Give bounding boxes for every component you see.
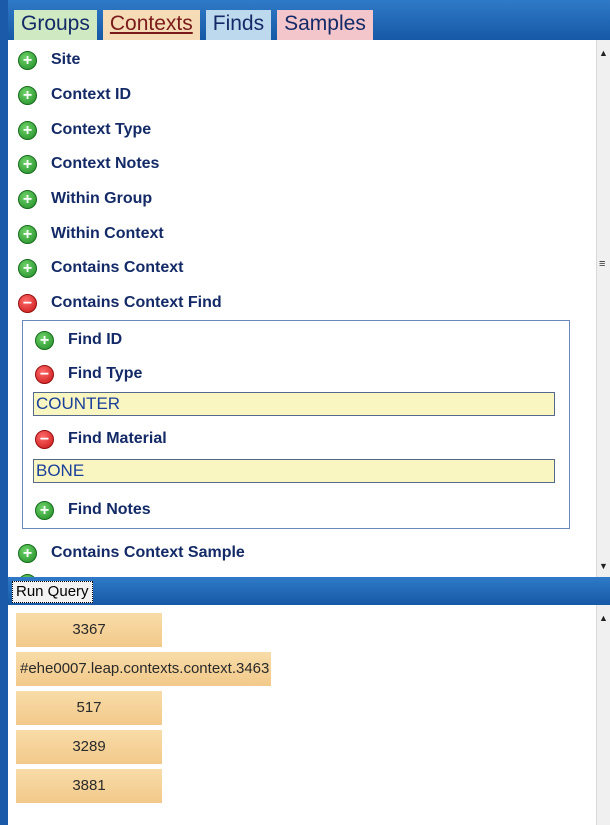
field-label: Contains Context Find (51, 294, 222, 311)
plus-circle-icon[interactable]: + (18, 154, 37, 174)
plus-circle-icon[interactable]: + (35, 500, 54, 520)
run-query-button[interactable]: Run Query (12, 581, 93, 603)
plus-circle-icon[interactable]: + (18, 224, 37, 244)
tab-finds[interactable]: Finds (205, 10, 272, 40)
tab-contexts[interactable]: Contexts (102, 10, 200, 40)
result-item[interactable]: 517 (16, 691, 162, 725)
tab-samples[interactable]: Samples (277, 10, 373, 40)
result-item[interactable]: 3289 (16, 730, 162, 764)
field-within-group[interactable]: + Within Group (18, 186, 152, 212)
scroll-up-arrow-icon[interactable]: ▲ (599, 48, 608, 58)
field-within-context[interactable]: + Within Context (18, 221, 164, 247)
tab-groups[interactable]: Groups (14, 10, 97, 40)
field-find-notes[interactable]: + Find Notes (35, 497, 151, 523)
field-label: Find Material (68, 430, 167, 447)
field-contains-context-sample[interactable]: + Contains Context Sample (18, 540, 245, 566)
plus-circle-icon[interactable]: + (18, 50, 37, 70)
scroll-up-arrow-icon[interactable]: ▲ (599, 613, 608, 623)
minus-circle-icon[interactable]: − (18, 293, 37, 313)
plus-circle-icon[interactable]: + (18, 258, 37, 278)
field-context-id[interactable]: + Context ID (18, 82, 131, 108)
plus-circle-icon[interactable]: + (18, 189, 37, 209)
field-label: Context Notes (51, 155, 160, 172)
result-item[interactable]: 3881 (16, 769, 162, 803)
field-site[interactable]: + Site (18, 47, 80, 73)
scroll-down-arrow-icon[interactable]: ▼ (599, 561, 608, 571)
field-label: Contains Context (51, 259, 184, 276)
field-label: Contains Context Sample (51, 544, 245, 561)
field-label: Find ID (68, 331, 123, 348)
results-scrollbar[interactable]: ▲ (596, 605, 610, 825)
field-label: Context Type (51, 121, 152, 138)
field-label: Within Context (51, 225, 164, 242)
field-find-id[interactable]: + Find ID (35, 327, 122, 353)
field-contains-context[interactable]: + Contains Context (18, 255, 183, 281)
minus-circle-icon[interactable]: − (35, 364, 54, 384)
field-label: Find Notes (68, 501, 151, 518)
tab-bar: Groups Contexts Finds Samples (8, 0, 610, 40)
query-builder-panel: + Site + Context ID + Context Type + Con… (8, 40, 596, 577)
result-item[interactable]: #ehe0007.leap.contexts.context.3463 (16, 652, 272, 686)
field-label: Within Group (51, 190, 153, 207)
find-type-value-input[interactable]: COUNTER (33, 392, 555, 416)
field-find-material[interactable]: − Find Material (35, 426, 167, 452)
field-context-notes[interactable]: + Context Notes (18, 151, 159, 177)
field-label: Find Type (68, 365, 143, 382)
find-criteria-group: + Find ID − Find Type COUNTER − Find Mat… (22, 320, 570, 529)
plus-circle-icon[interactable]: + (18, 85, 37, 105)
field-next-partial[interactable]: + (18, 570, 51, 577)
query-toolbar: Run Query (8, 577, 610, 605)
field-contains-context-find[interactable]: − Contains Context Find (18, 290, 222, 316)
builder-scrollbar[interactable]: ▲ ≡ ▼ (596, 40, 610, 577)
minus-circle-icon[interactable]: − (35, 429, 54, 449)
plus-circle-icon[interactable]: + (35, 330, 54, 350)
results-list: 3367 #ehe0007.leap.contexts.context.3463… (8, 605, 596, 825)
result-item[interactable]: 3367 (16, 613, 162, 647)
field-label: Site (51, 51, 81, 68)
plus-circle-icon[interactable]: + (18, 543, 37, 563)
field-label: Context ID (51, 86, 131, 103)
window-frame-edge (0, 0, 8, 825)
plus-circle-icon[interactable]: + (18, 120, 37, 140)
field-find-type[interactable]: − Find Type (35, 361, 142, 387)
scroll-grip-icon[interactable]: ≡ (599, 259, 605, 270)
field-context-type[interactable]: + Context Type (18, 117, 151, 143)
find-material-value-input[interactable]: BONE (33, 459, 555, 483)
